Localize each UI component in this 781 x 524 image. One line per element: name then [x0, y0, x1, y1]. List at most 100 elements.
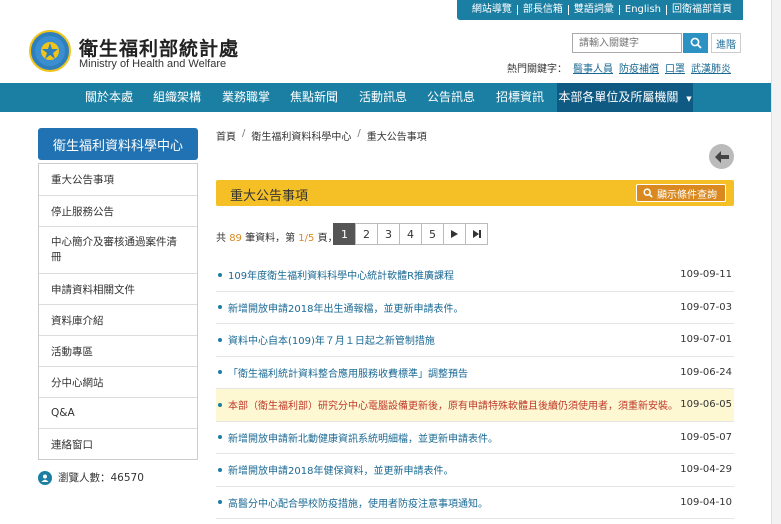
last-page-button[interactable]: [465, 223, 488, 245]
nav-about[interactable]: 關於本處: [77, 83, 141, 112]
page-scrollbar[interactable]: [771, 0, 781, 524]
search-input[interactable]: [572, 33, 682, 53]
list-item[interactable]: 109年度衛生福利資料科學中心統計軟體R推廣課程 109-09-11: [216, 259, 734, 292]
announcement-title[interactable]: 新增開放申請新北動健康資訊系統明細檔，並更新申請表件。: [228, 430, 680, 445]
back-button[interactable]: [709, 144, 734, 169]
breadcrumb-separator: /: [357, 128, 361, 139]
sidebar-item-center-intro[interactable]: 中心簡介及審核通過案件清冊: [39, 226, 197, 273]
announcement-date: 109-04-29: [680, 464, 732, 476]
announcement-date: 109-07-01: [680, 334, 732, 346]
announcement-date: 109-06-05: [680, 399, 732, 411]
sidebar-item-major-announcements[interactable]: 重大公告事項: [39, 164, 197, 195]
bullet-icon: [218, 272, 222, 277]
hot-keyword[interactable]: 武漢肺炎: [691, 60, 731, 75]
hot-keywords: 熱門關鍵字： 醫事人員 防疫補償 口罩 武漢肺炎: [507, 60, 731, 75]
bullet-icon: [218, 435, 222, 440]
page-button[interactable]: 3: [377, 223, 400, 245]
advanced-search-button[interactable]: 進階: [711, 33, 741, 53]
list-item[interactable]: 高醫分中心配合學校防疫措施，使用者防疫注意事項通知。 109-04-10: [216, 487, 734, 519]
announcement-title[interactable]: 109年度衛生福利資料科學中心統計軟體R推廣課程: [228, 267, 680, 282]
show-filter-button[interactable]: 顯示條件查詢: [636, 184, 726, 202]
list-item[interactable]: 「衛生福利統計資料整合應用服務收費標準」調整預告 109-06-24: [216, 357, 734, 389]
announcement-title[interactable]: 新增開放申請2018年健保資料，並更新申請表件。: [228, 462, 680, 477]
main-nav: 關於本處 組織架構 業務職掌 焦點新聞 活動訊息 公告訊息 招標資訊 本部各單位…: [0, 83, 771, 112]
arrow-left-icon: [714, 150, 729, 163]
next-page-button[interactable]: [443, 223, 466, 245]
section-header: 重大公告事項 顯示條件查詢: [216, 180, 734, 206]
bullet-icon: [218, 370, 222, 375]
bullet-icon: [218, 402, 222, 407]
link-english[interactable]: English: [618, 5, 666, 15]
visitor-count: 46570: [110, 471, 144, 484]
announcement-title[interactable]: 「衛生福利統計資料整合應用服務收費標準」調整預告: [228, 365, 680, 380]
list-item[interactable]: 本部（衛生福利部）研究分中心電腦設備更新後，原有申請特殊軟體且後續仍須使用者，須…: [216, 389, 734, 422]
nav-organization[interactable]: 組織架構: [145, 83, 209, 112]
search-icon: [690, 37, 702, 49]
link-minister-mailbox[interactable]: 部長信箱: [516, 5, 568, 15]
search-button[interactable]: [683, 33, 708, 53]
sidebar-item-service-suspension[interactable]: 停止服務公告: [39, 195, 197, 226]
announcement-title[interactable]: 高醫分中心配合學校防疫措施，使用者防疫注意事項通知。: [228, 495, 680, 510]
list-item[interactable]: 新增開放申請新北動健康資訊系統明細檔，並更新申請表件。 109-05-07: [216, 422, 734, 454]
page-button[interactable]: 1: [333, 223, 356, 245]
bullet-icon: [218, 467, 222, 472]
list-item[interactable]: 新增開放申請2018年健保資料，並更新申請表件。 109-04-29: [216, 454, 734, 487]
announcement-title[interactable]: 資料中心自本(109)年７月１日起之新管制措施: [228, 332, 680, 347]
breadcrumb-home[interactable]: 首頁: [216, 128, 236, 143]
announcement-list: 109年度衛生福利資料科學中心統計軟體R推廣課程 109-09-11 新增開放申…: [216, 259, 734, 519]
current-page: 1/5: [298, 233, 315, 244]
pager-prefix: 共: [216, 233, 226, 244]
mohw-logo[interactable]: [29, 30, 71, 72]
link-glossary[interactable]: 雙語詞彙: [567, 5, 619, 15]
hot-keyword[interactable]: 防疫補償: [619, 60, 659, 75]
sidebar-item-database-intro[interactable]: 資料庫介紹: [39, 304, 197, 335]
bullet-icon: [218, 337, 222, 342]
caret-down-icon: ▼: [686, 95, 692, 103]
site-subtitle: Ministry of Health and Welfare: [79, 58, 227, 70]
page-button[interactable]: 4: [399, 223, 422, 245]
site-title[interactable]: 衛生福利部統計處: [79, 34, 239, 61]
breadcrumb: 首頁 / 衛生福利資料科學中心 / 重大公告事項: [216, 128, 427, 143]
nav-announcements[interactable]: 公告訊息: [419, 83, 483, 112]
hot-keywords-label: 熱門關鍵字：: [507, 64, 567, 75]
sidebar-item-faq[interactable]: Q&A: [39, 397, 197, 428]
announcement-date: 109-04-10: [680, 496, 732, 508]
nav-duties[interactable]: 業務職掌: [214, 83, 278, 112]
page-button[interactable]: 2: [355, 223, 378, 245]
bullet-icon: [218, 500, 222, 505]
announcement-title[interactable]: 本部（衛生福利部）研究分中心電腦設備更新後，原有申請特殊軟體且後續仍須使用者，須…: [228, 397, 680, 412]
link-mohw-home[interactable]: 回衛福部首頁: [666, 5, 737, 15]
breadcrumb-separator: /: [242, 128, 246, 139]
announcement-title[interactable]: 新增開放申請2018年出生通報檔，並更新申請表件。: [228, 300, 680, 315]
user-icon: [38, 470, 52, 485]
nav-affiliated-agencies[interactable]: 本部各單位及所屬機關 ▼: [557, 83, 693, 112]
nav-affiliated-label: 本部各單位及所屬機關: [558, 90, 679, 104]
sidebar-menu: 重大公告事項 停止服務公告 中心簡介及審核通過案件清冊 申請資料相關文件 資料庫…: [38, 163, 198, 460]
hot-keyword[interactable]: 口罩: [665, 60, 685, 75]
nav-events[interactable]: 活動訊息: [351, 83, 415, 112]
list-item[interactable]: 資料中心自本(109)年７月１日起之新管制措施 109-07-01: [216, 324, 734, 357]
sidebar-item-events[interactable]: 活動專區: [39, 335, 197, 366]
utility-bar: 網站導覽 部長信箱 雙語詞彙 English 回衛福部首頁: [456, 0, 743, 20]
announcement-date: 109-06-24: [680, 366, 732, 378]
link-sitemap[interactable]: 網站導覽: [467, 5, 517, 15]
announcement-date: 109-07-03: [680, 301, 732, 313]
skip-to-end-icon: [472, 230, 481, 238]
visitor-label: 瀏覽人數：: [58, 472, 111, 484]
list-item[interactable]: 新增開放申請2018年出生通報檔，並更新申請表件。 109-07-03: [216, 292, 734, 324]
breadcrumb-data-center[interactable]: 衛生福利資料科學中心: [251, 128, 351, 143]
search-icon: [643, 188, 653, 198]
sidebar-heading[interactable]: 衛生福利資料科學中心: [38, 128, 198, 160]
sidebar-item-branch-sites[interactable]: 分中心網站: [39, 366, 197, 397]
bullet-icon: [218, 305, 222, 310]
page-button[interactable]: 5: [421, 223, 444, 245]
nav-tenders[interactable]: 招標資訊: [488, 83, 552, 112]
section-title: 重大公告事項: [230, 189, 309, 204]
sidebar-item-contact[interactable]: 連絡窗口: [39, 428, 197, 459]
sidebar-item-application-docs[interactable]: 申請資料相關文件: [39, 273, 197, 304]
total-count: 89: [229, 233, 242, 244]
nav-news[interactable]: 焦點新聞: [282, 83, 346, 112]
breadcrumb-current: 重大公告事項: [366, 132, 427, 143]
pagination: 1 2 3 4 5: [333, 223, 488, 245]
hot-keyword[interactable]: 醫事人員: [573, 60, 613, 75]
